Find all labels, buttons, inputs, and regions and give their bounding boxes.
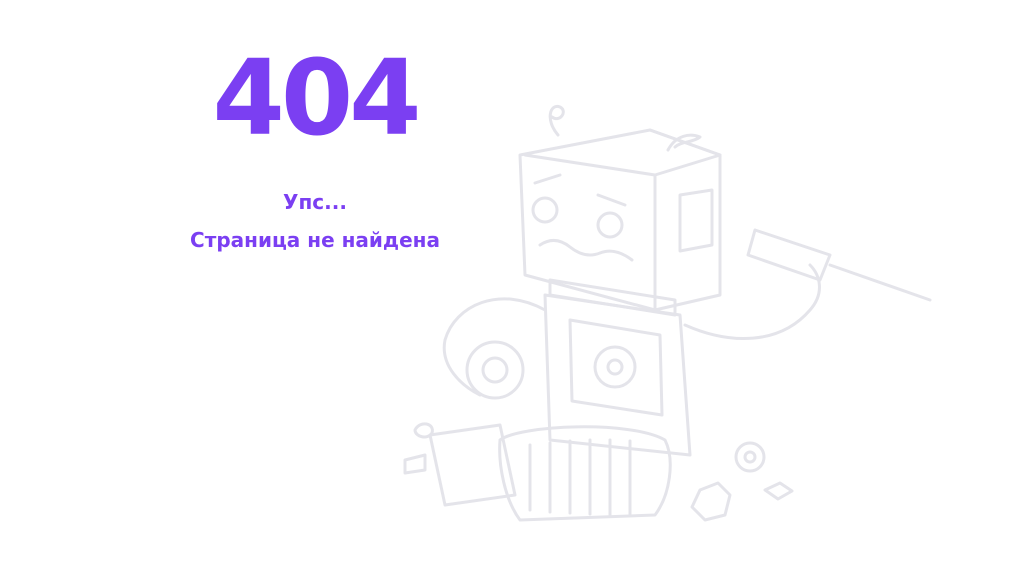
robot-right-eye [596,211,624,239]
loose-gear [690,481,732,522]
robot-chest-gear [593,345,637,389]
robot-chest-panel [568,318,664,417]
robot-right-brow [596,193,627,207]
robot-right-arm [683,263,821,340]
robot-tool-tip [828,263,932,302]
robot-left-eye [531,196,559,224]
robot-left-hand [465,340,525,400]
not-found-page: 404 Упс... Страница не найдена [0,0,1024,587]
loose-block [763,481,794,501]
robot-tread-center [498,425,672,522]
robot-left-hand-inner [481,356,509,384]
robot-mouth [538,239,634,262]
loose-ring [413,422,434,439]
loose-bolt [403,453,427,475]
left-antenna [548,104,565,137]
loose-nut [734,441,766,473]
robot-tool-handle [746,228,832,282]
broken-robot-icon [403,104,932,522]
robot-left-brow [533,173,562,185]
robot-ear [678,188,714,253]
robot-tread-lines [528,438,632,517]
robot-chest-gear-hub [606,358,624,376]
loose-nut-hole [743,450,757,464]
